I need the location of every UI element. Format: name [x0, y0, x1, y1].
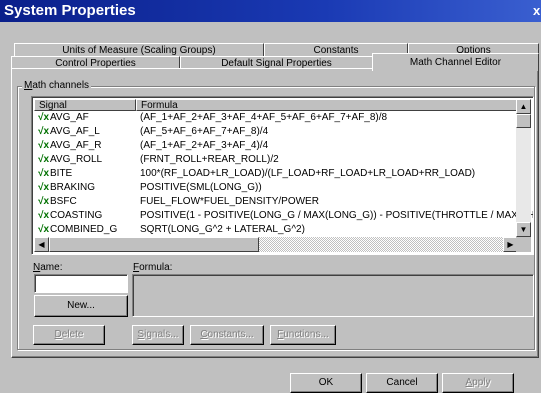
- formula-input[interactable]: [132, 274, 534, 317]
- column-header-formula[interactable]: Formula: [136, 99, 517, 111]
- signal-name: COASTING: [50, 210, 103, 221]
- signal-formula: (AF_1+AF_2+AF_3+AF_4+AF_5+AF_6+AF_7+AF_8…: [140, 112, 388, 123]
- tab-label: Constants: [313, 45, 359, 56]
- math-channel-icon: √x: [38, 140, 50, 151]
- tab-label: Units of Measure (Scaling Groups): [62, 45, 216, 56]
- list-item[interactable]: √x BSFC FUEL_FLOW*FUEL_DENSITY/POWER: [34, 195, 517, 209]
- scroll-up-icon[interactable]: ▲: [516, 99, 531, 114]
- scroll-down-icon[interactable]: ▼: [516, 222, 531, 237]
- list-item[interactable]: √x AVG_AF_L (AF_5+AF_6+AF_7+AF_8)/4: [34, 125, 517, 139]
- horizontal-scrollbar[interactable]: ◀ ▶: [34, 237, 518, 252]
- formula-label: Formula:: [133, 262, 173, 273]
- math-channel-icon: √x: [38, 210, 50, 221]
- window-title: System Properties: [4, 2, 136, 19]
- list-item[interactable]: √x AVG_AF (AF_1+AF_2+AF_3+AF_4+AF_5+AF_6…: [34, 111, 517, 125]
- list-item[interactable]: √x AVG_AF_R (AF_1+AF_2+AF_3+AF_4)/4: [34, 139, 517, 153]
- title-bar: System Properties x: [0, 0, 541, 22]
- signal-formula: (AF_1+AF_2+AF_3+AF_4)/4: [140, 140, 269, 151]
- signal-formula: SQRT(LONG_G^2 + LATERAL_G^2): [140, 224, 305, 235]
- apply-button[interactable]: Apply: [442, 373, 514, 393]
- signal-formula: (FRNT_ROLL+REAR_ROLL)/2: [140, 154, 279, 165]
- horizontal-scroll-thumb[interactable]: [49, 237, 259, 252]
- column-header-signal[interactable]: Signal: [34, 99, 136, 111]
- math-channel-icon: √x: [38, 168, 50, 179]
- name-input[interactable]: [34, 274, 128, 293]
- cancel-button[interactable]: Cancel: [366, 373, 438, 393]
- functions-button[interactable]: Functions...: [270, 325, 336, 345]
- signal-name: BSFC: [50, 196, 77, 207]
- list-header: Signal Formula: [34, 99, 517, 111]
- tab-label: Math Channel Editor: [409, 57, 502, 68]
- signal-formula: 100*(RF_LOAD+LR_LOAD)/(LF_LOAD+RF_LOAD+L…: [140, 168, 476, 179]
- math-channel-icon: √x: [38, 224, 50, 235]
- list-item[interactable]: √x COMBINED_G SQRT(LONG_G^2 + LATERAL_G^…: [34, 223, 517, 237]
- signal-name: BITE: [50, 168, 73, 179]
- name-label: Name:: [33, 262, 63, 273]
- scroll-left-icon[interactable]: ◀: [34, 237, 49, 252]
- math-channel-icon: √x: [38, 154, 50, 165]
- vertical-scroll-thumb[interactable]: [516, 114, 531, 128]
- signal-name: BRAKING: [50, 182, 96, 193]
- close-icon[interactable]: x: [533, 3, 541, 19]
- list-item[interactable]: √x BRAKING POSITIVE(SML(LONG_G)): [34, 181, 517, 195]
- signal-formula: (AF_5+AF_6+AF_7+AF_8)/4: [140, 126, 269, 137]
- signals-button[interactable]: Signals...: [132, 325, 184, 345]
- scrollbar-corner: [516, 237, 531, 252]
- list-item[interactable]: √x BITE 100*(RF_LOAD+LR_LOAD)/(LF_LOAD+R…: [34, 167, 517, 181]
- signal-name: AVG_AF_R: [50, 140, 102, 151]
- signal-name: AVG_AF_L: [50, 126, 100, 137]
- signal-formula: POSITIVE(1 - POSITIVE(LONG_G / MAX(LONG_…: [140, 210, 534, 221]
- signal-name: AVG_ROLL: [50, 154, 103, 165]
- signal-formula: FUEL_FLOW*FUEL_DENSITY/POWER: [140, 196, 319, 207]
- list-item[interactable]: √x COASTING POSITIVE(1 - POSITIVE(LONG_G…: [34, 209, 533, 223]
- delete-button[interactable]: Delete: [33, 325, 105, 345]
- math-channel-icon: √x: [38, 182, 50, 193]
- signal-name: AVG_AF: [50, 112, 89, 123]
- list-item[interactable]: √x AVG_ROLL (FRNT_ROLL+REAR_ROLL)/2: [34, 153, 517, 167]
- math-channels-label: Math channels: [22, 80, 92, 91]
- tab-math-channel-editor[interactable]: Math Channel Editor: [372, 53, 539, 71]
- vertical-scrollbar[interactable]: ▲ ▼: [516, 99, 531, 237]
- math-channels-list[interactable]: Signal Formula √x AVG_AF (AF_1+AF_2+AF_3…: [31, 96, 534, 255]
- constants-button[interactable]: Constants...: [190, 325, 264, 345]
- math-channel-icon: √x: [38, 196, 50, 207]
- ok-button[interactable]: OK: [290, 373, 362, 393]
- math-channel-icon: √x: [38, 112, 50, 123]
- new-button[interactable]: New...: [34, 295, 128, 317]
- signal-formula: POSITIVE(SML(LONG_G)): [140, 182, 262, 193]
- signal-name: COMBINED_G: [50, 224, 118, 235]
- math-channel-icon: √x: [38, 126, 50, 137]
